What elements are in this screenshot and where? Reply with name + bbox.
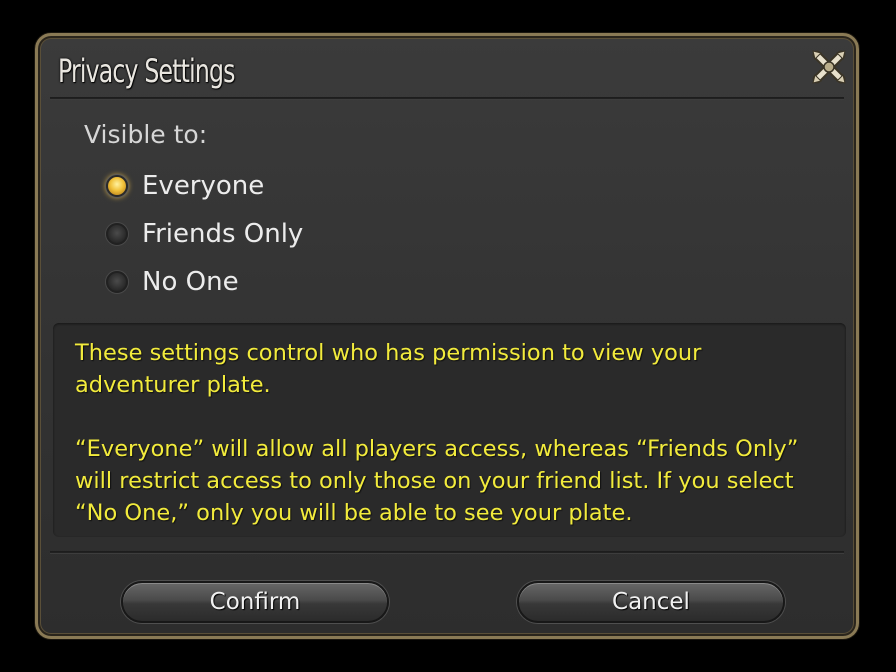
radio-no-one-label: No One xyxy=(142,267,239,297)
radio-no-one[interactable]: No One xyxy=(106,264,239,300)
confirm-button[interactable]: Confirm xyxy=(121,581,389,623)
footer-divider xyxy=(50,551,844,554)
info-paragraph-permission: These settings control who has permissio… xyxy=(75,340,702,398)
cancel-button[interactable]: Cancel xyxy=(517,581,785,623)
radio-unselected-icon xyxy=(106,271,128,293)
info-panel: These settings control who has permissio… xyxy=(53,323,846,537)
info-paragraph-options: “Everyone” will allow all players access… xyxy=(75,436,799,526)
visible-to-label: Visible to: xyxy=(84,120,208,149)
dialog-title: Privacy Settings xyxy=(58,52,235,90)
close-button[interactable] xyxy=(808,46,850,88)
title-divider xyxy=(50,97,844,100)
radio-everyone-label: Everyone xyxy=(142,171,265,201)
radio-selected-icon xyxy=(106,175,128,197)
privacy-settings-dialog: Privacy Settings Visible to: Everyone Fr… xyxy=(35,33,859,639)
radio-unselected-icon xyxy=(106,223,128,245)
close-cross-icon xyxy=(812,50,846,84)
radio-friends-only[interactable]: Friends Only xyxy=(106,216,303,252)
radio-everyone[interactable]: Everyone xyxy=(106,168,264,204)
radio-friends-only-label: Friends Only xyxy=(142,219,304,249)
